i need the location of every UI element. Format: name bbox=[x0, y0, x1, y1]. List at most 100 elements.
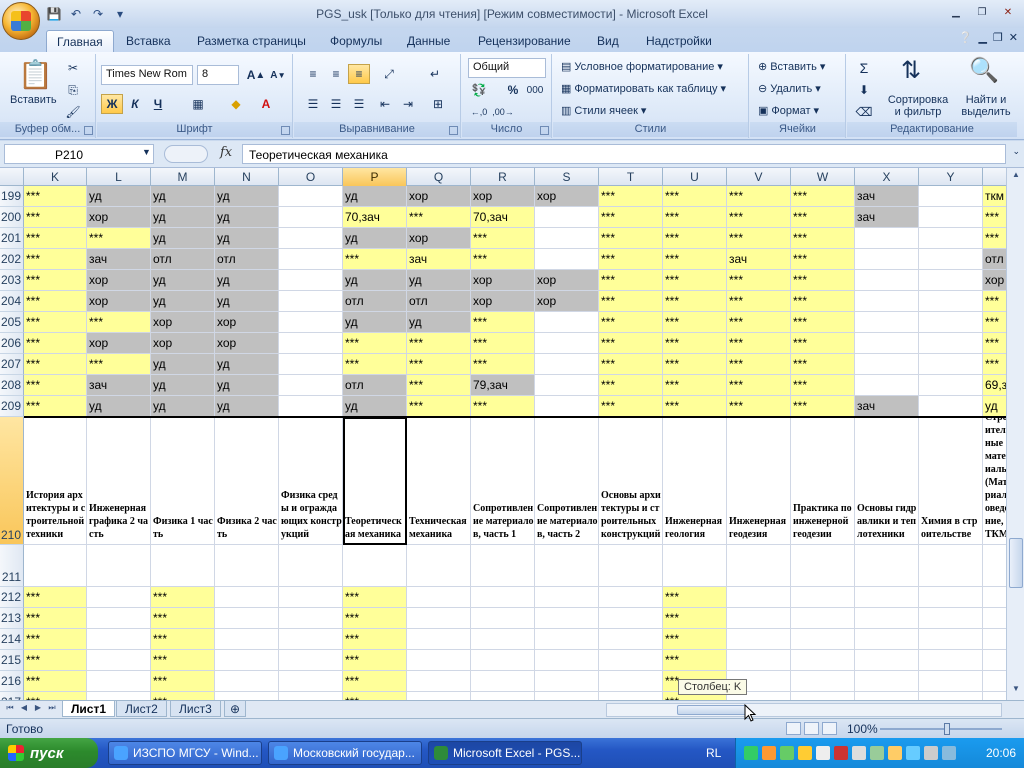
grid-cell[interactable] bbox=[599, 650, 663, 671]
grid-cell[interactable] bbox=[215, 629, 279, 650]
grid-cell[interactable]: *** bbox=[24, 629, 87, 650]
grid-cell[interactable] bbox=[279, 608, 343, 629]
grid-cell[interactable] bbox=[919, 291, 983, 312]
row-header[interactable]: 201 bbox=[0, 228, 24, 249]
last-sheet-icon[interactable]: ⏭ bbox=[46, 703, 58, 716]
vertical-scroll-thumb[interactable] bbox=[1009, 538, 1023, 588]
grid-cell[interactable] bbox=[599, 671, 663, 692]
grid-cell[interactable]: зач bbox=[727, 249, 791, 270]
alignment-dialog-launcher[interactable] bbox=[449, 126, 458, 135]
align-top-icon[interactable]: ≡ bbox=[302, 64, 324, 84]
format-painter-icon[interactable]: 🖌 bbox=[62, 102, 84, 122]
tray-app-icon[interactable] bbox=[816, 746, 830, 760]
ribbon-close-icon[interactable]: ✕ bbox=[1009, 31, 1018, 44]
grid-cell[interactable]: *** bbox=[407, 375, 471, 396]
normal-view-icon[interactable] bbox=[786, 722, 801, 735]
grid-cell[interactable]: *** bbox=[983, 312, 1006, 333]
grid-cell[interactable]: отл bbox=[343, 375, 407, 396]
grid-cell[interactable] bbox=[599, 545, 663, 587]
tab-formulas[interactable]: Формулы bbox=[320, 32, 392, 52]
grid-cell[interactable]: *** bbox=[24, 186, 87, 207]
grid-cell[interactable] bbox=[407, 692, 471, 700]
grid-cell[interactable]: *** bbox=[24, 375, 87, 396]
grid-cell[interactable]: *** bbox=[727, 354, 791, 375]
percent-button[interactable]: % bbox=[502, 80, 524, 100]
grid-cell[interactable]: *** bbox=[791, 396, 855, 417]
grid-cell[interactable]: *** bbox=[24, 291, 87, 312]
orientation-icon[interactable]: ⤢ bbox=[378, 64, 400, 84]
grid-cell[interactable]: 69,з bbox=[983, 375, 1006, 396]
grid-cell[interactable] bbox=[855, 354, 919, 375]
grid-cell[interactable] bbox=[87, 692, 151, 700]
grid-cell[interactable]: уд bbox=[151, 291, 215, 312]
grid-cell[interactable]: *** bbox=[24, 270, 87, 291]
grid-cell[interactable]: *** bbox=[791, 186, 855, 207]
sheet-tab-1[interactable]: Лист1 bbox=[62, 701, 116, 717]
grid-cell[interactable] bbox=[407, 650, 471, 671]
tray-app-icon[interactable] bbox=[870, 746, 884, 760]
grid-cell[interactable] bbox=[919, 671, 983, 692]
grid-cell[interactable] bbox=[279, 207, 343, 228]
language-indicator[interactable]: RL bbox=[706, 746, 721, 760]
grid-cell[interactable]: Инженерная геология bbox=[663, 417, 727, 545]
grid-cell[interactable] bbox=[535, 354, 599, 375]
grid-cell[interactable]: *** bbox=[407, 354, 471, 375]
fill-icon[interactable]: ⬇ bbox=[853, 80, 875, 100]
grid-cell[interactable] bbox=[983, 671, 1006, 692]
delete-cells-button[interactable]: ⊖ Удалить ▾ bbox=[758, 82, 821, 96]
volume-icon[interactable] bbox=[852, 746, 866, 760]
number-format-combo[interactable]: Общий bbox=[468, 58, 546, 78]
sort-filter-button[interactable]: Сортировка и фильтр bbox=[885, 94, 951, 118]
grid-cell[interactable] bbox=[855, 692, 919, 700]
grid-cell[interactable]: хор bbox=[87, 270, 151, 291]
grid-cell[interactable]: *** bbox=[471, 333, 535, 354]
grid-cell[interactable] bbox=[855, 587, 919, 608]
grid-cell[interactable]: зач bbox=[87, 249, 151, 270]
grid-cell[interactable] bbox=[407, 671, 471, 692]
grid-cell[interactable] bbox=[279, 249, 343, 270]
page-layout-view-icon[interactable] bbox=[804, 722, 819, 735]
grid-cell[interactable]: зач bbox=[407, 249, 471, 270]
row-header[interactable]: 211 bbox=[0, 545, 24, 587]
grid-cell[interactable] bbox=[983, 608, 1006, 629]
sheet-tab-2[interactable]: Лист2 bbox=[116, 701, 167, 717]
ribbon-restore-icon[interactable]: ❐ bbox=[993, 31, 1003, 44]
grid-cell[interactable] bbox=[919, 270, 983, 291]
grid-cell[interactable] bbox=[535, 333, 599, 354]
decrease-indent-icon[interactable]: ⇤ bbox=[374, 94, 396, 114]
grid-cell[interactable] bbox=[919, 692, 983, 700]
grid-cell[interactable] bbox=[727, 545, 791, 587]
row-header[interactable]: 208 bbox=[0, 375, 24, 396]
column-header-U[interactable]: U bbox=[663, 168, 727, 186]
grid-cell[interactable]: хор bbox=[87, 333, 151, 354]
grid-cell[interactable] bbox=[279, 186, 343, 207]
minimize-button[interactable]: ▁ bbox=[944, 4, 968, 21]
paste-icon[interactable]: 📋 bbox=[18, 58, 53, 91]
grid-cell[interactable] bbox=[983, 545, 1006, 587]
grid-cell[interactable]: *** bbox=[24, 396, 87, 417]
worksheet-grid[interactable]: KLMNOPQRSTUVWXY 199 *** уд уд уд уд хор хор хор *… bbox=[0, 168, 1006, 700]
column-header-P[interactable]: P bbox=[343, 168, 407, 186]
grid-cell[interactable]: хор bbox=[535, 270, 599, 291]
grid-cell[interactable]: *** bbox=[151, 608, 215, 629]
grid-cell[interactable] bbox=[727, 650, 791, 671]
grid-cell[interactable]: уд bbox=[215, 291, 279, 312]
grid-cell[interactable] bbox=[855, 608, 919, 629]
grid-cell[interactable]: *** bbox=[599, 270, 663, 291]
grid-cell[interactable] bbox=[87, 650, 151, 671]
grid-cell[interactable]: *** bbox=[983, 354, 1006, 375]
select-all-corner[interactable] bbox=[0, 168, 24, 186]
number-dialog-launcher[interactable] bbox=[540, 126, 549, 135]
grid-cell[interactable]: 70,зач bbox=[471, 207, 535, 228]
grid-cell[interactable]: *** bbox=[471, 396, 535, 417]
grid-cell[interactable]: *** bbox=[87, 228, 151, 249]
grid-cell[interactable]: зач bbox=[855, 396, 919, 417]
tab-page-layout[interactable]: Разметка страницы bbox=[187, 32, 316, 52]
grid-cell[interactable]: *** bbox=[791, 249, 855, 270]
grid-cell[interactable]: 70,зач bbox=[343, 207, 407, 228]
grid-cell[interactable]: *** bbox=[727, 312, 791, 333]
copy-icon[interactable]: ⎘ bbox=[62, 80, 84, 100]
row-header[interactable]: 202 bbox=[0, 249, 24, 270]
grid-cell[interactable]: уд bbox=[215, 375, 279, 396]
grid-cell[interactable] bbox=[919, 228, 983, 249]
